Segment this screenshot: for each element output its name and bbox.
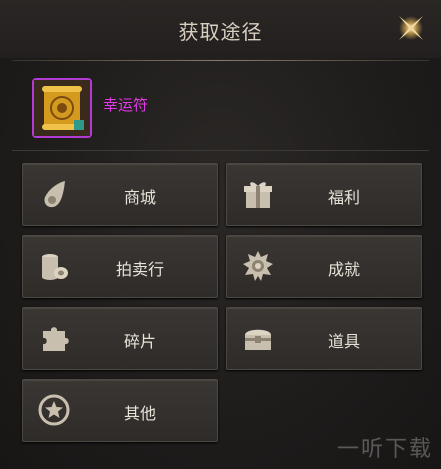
- other-label: 其他: [123, 404, 156, 423]
- welfare-button[interactable]: 福利: [226, 163, 422, 226]
- item-label: 道具: [327, 332, 360, 351]
- puzzle-icon: [37, 321, 71, 355]
- close-icon: [399, 16, 423, 40]
- item-button[interactable]: 道具: [226, 307, 422, 370]
- achievement-label: 成就: [327, 260, 360, 279]
- panel-header: 获取途径: [0, 0, 441, 58]
- header-divider: [12, 60, 429, 61]
- item-icon-frame: [32, 78, 92, 138]
- fragment-label: 碎片: [123, 332, 156, 351]
- coins-icon: [37, 249, 71, 283]
- panel-title: 获取途径: [178, 20, 263, 44]
- item-name: 幸运符: [103, 96, 149, 114]
- fragment-button[interactable]: 碎片: [22, 307, 218, 370]
- watermark: 一听下载: [336, 437, 433, 462]
- shop-label: 商城: [123, 188, 156, 207]
- close-button[interactable]: [393, 10, 429, 46]
- chest-icon: [241, 321, 275, 355]
- shop-button[interactable]: 商城: [22, 163, 218, 226]
- welfare-label: 福利: [327, 188, 360, 207]
- scroll-icon: [34, 80, 90, 136]
- auction-button[interactable]: 拍卖行: [22, 235, 218, 298]
- other-button[interactable]: 其他: [22, 379, 218, 442]
- gift-icon: [241, 177, 275, 211]
- meteor-icon: [37, 177, 71, 211]
- achievement-button[interactable]: 成就: [226, 235, 422, 298]
- star-circle-icon: [37, 393, 71, 427]
- medal-icon: [241, 249, 275, 283]
- auction-label: 拍卖行: [115, 260, 164, 279]
- section-divider: [12, 150, 429, 151]
- acquisition-panel: 获取途径 幸运符 商城 福利 拍卖行 成就 碎片 道具 其他 一听下载: [0, 0, 441, 469]
